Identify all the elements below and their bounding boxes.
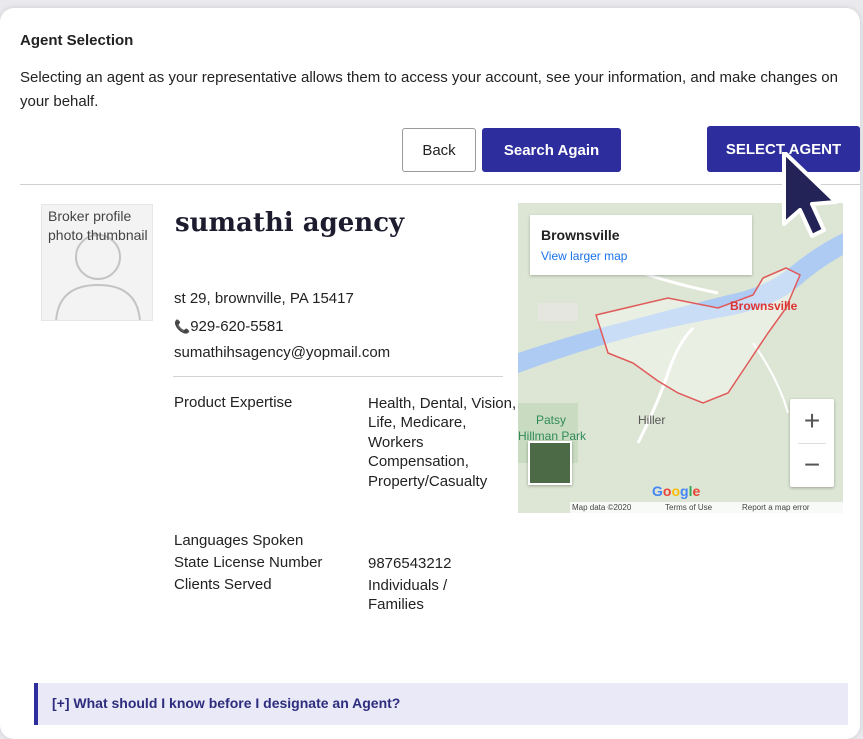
header-divider <box>20 184 860 185</box>
agent-name: sumathi agency <box>175 208 405 238</box>
detail-label-languages: Languages Spoken <box>174 532 304 549</box>
faq-bar: [+] What should I know before I designat… <box>34 683 848 725</box>
google-logo: Google <box>652 483 701 499</box>
page-title: Agent Selection <box>20 32 134 49</box>
zoom-out-button[interactable]: − <box>790 443 834 487</box>
map-footer: Map data ©2020 Terms of Use Report a map… <box>570 502 843 513</box>
detail-value-clients-served: Individuals / Families <box>368 577 448 614</box>
faq-toggle-link[interactable]: [+] What should I know before I designat… <box>52 695 400 711</box>
detail-label-clients-served: Clients Served <box>174 576 272 593</box>
detail-label-license: State License Number <box>174 554 323 571</box>
agent-email[interactable]: sumathihsagency@yopmail.com <box>174 344 390 361</box>
map-label-patsy: Patsy <box>536 413 567 427</box>
photo-alt-text: Broker profile photo thumbnail <box>48 208 148 243</box>
broker-photo: Broker profile photo thumbnail <box>41 204 153 321</box>
details-divider <box>173 376 503 377</box>
mouse-pointer-icon <box>782 152 838 238</box>
terms-of-use-link[interactable]: Terms of Use <box>665 502 712 513</box>
agent-address: st 29, brownville, PA 15417 <box>174 290 354 307</box>
page-description: Selecting an agent as your representativ… <box>20 69 838 110</box>
satellite-toggle[interactable] <box>528 441 572 485</box>
map-place-name: Brownsville <box>541 227 620 243</box>
detail-value-license: 9876543212 <box>368 555 452 572</box>
zoom-in-button[interactable]: + <box>790 399 834 443</box>
map-info-box: Brownsville View larger map <box>530 215 752 275</box>
search-again-button[interactable]: Search Again <box>482 128 621 172</box>
report-map-error-link[interactable]: Report a map error <box>742 502 810 513</box>
agent-phone-row: 📞929-620-5581 <box>174 318 284 335</box>
detail-value-product-expertise: Health, Dental, Vision, Life, Medicare, … <box>368 395 517 490</box>
map-data-text: Map data ©2020 <box>572 503 632 512</box>
location-map[interactable]: Brownsville Patsy Hillman Park Hiller Br… <box>518 203 843 513</box>
map-label-brownsville: Brownsville <box>730 299 798 313</box>
detail-label-product-expertise: Product Expertise <box>174 394 293 411</box>
agent-phone[interactable]: 929-620-5581 <box>190 318 283 335</box>
map-label-hiller: Hiller <box>638 413 666 427</box>
agent-selection-card: Agent Selection Selecting an agent as yo… <box>0 8 860 739</box>
view-larger-map-link[interactable]: View larger map <box>541 249 627 263</box>
zoom-control: + − <box>790 399 834 487</box>
phone-icon: 📞 <box>174 319 191 334</box>
back-button[interactable]: Back <box>402 128 476 172</box>
